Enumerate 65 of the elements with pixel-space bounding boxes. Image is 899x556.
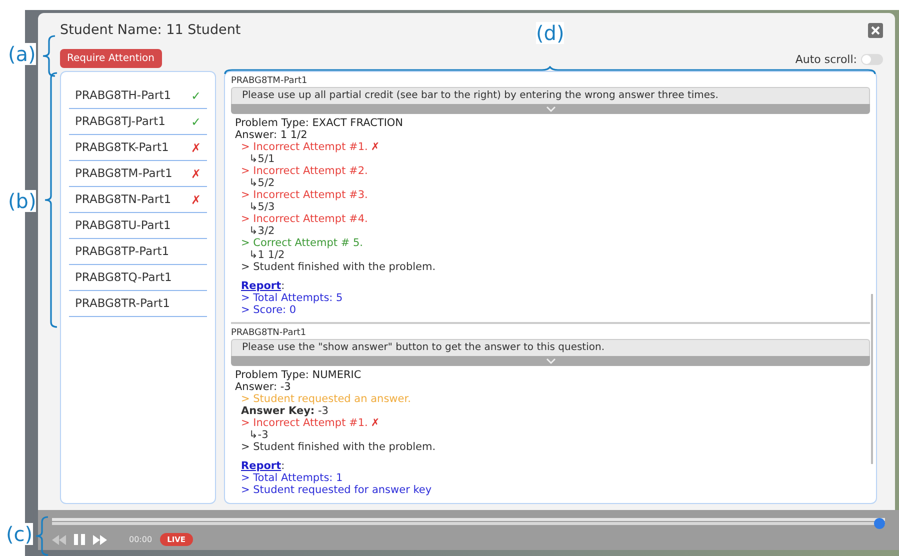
report-colon: :	[281, 280, 285, 292]
result-mark: ✗	[190, 192, 201, 208]
log-entry: > Correct Attempt # 5.	[241, 237, 363, 249]
answer-text: Answer: -3	[234, 381, 292, 393]
log-entry: > Incorrect Attempt #3.	[241, 189, 368, 201]
log-entry: ↳5/1	[249, 153, 275, 165]
answer-text: Answer: 1 1/2	[234, 129, 308, 141]
log-entry: ↳5/2	[249, 177, 275, 189]
require-attention-button[interactable]: Require Attention	[60, 49, 162, 68]
problem-item[interactable]: PRABG8TK-Part1 ✗	[69, 135, 207, 161]
report-link[interactable]: Report	[241, 280, 282, 292]
hint-message: Please use up all partial credit (see bar to the right) by entering the wrong answer three times.	[231, 87, 870, 104]
problem-item[interactable]: PRABG8TQ-Part1	[69, 265, 207, 291]
hint-message: Please use the "show answer" button to get the answer to this question.	[231, 339, 870, 356]
problem-item[interactable]: PRABG8TN-Part1 ✗	[69, 187, 207, 213]
annotation-label: (d)	[536, 22, 564, 44]
problem-item[interactable]: PRABG8TP-Part1	[69, 239, 207, 265]
problem-item[interactable]: PRABG8TR-Part1	[69, 291, 207, 317]
problem-item[interactable]: PRABG8TM-Part1 ✗	[69, 161, 207, 187]
log-entry: ↳3/2	[249, 225, 275, 237]
report-entry: > Total Attempts: 1	[240, 472, 344, 484]
problem-type: Problem Type: EXACT FRACTION	[234, 117, 404, 129]
progress-thumb[interactable]	[874, 518, 885, 529]
problem-item[interactable]: PRABG8TJ-Part1 ✓	[69, 109, 207, 135]
result-mark: ✓	[190, 114, 201, 130]
result-mark: ✓	[190, 88, 201, 104]
window-title: Student Name: 11 Student	[60, 20, 241, 40]
log-entry: ↳1 1/2	[249, 249, 285, 261]
log-entry: > Student finished with the problem.	[241, 261, 436, 273]
cross-mark: ✗	[370, 417, 380, 429]
section-title: PRABG8TN-Part1	[231, 327, 308, 339]
log-entry: > Incorrect Attempt #1.	[241, 417, 368, 429]
log-entry: > Student finished with the problem.	[241, 441, 436, 453]
log-entry: ↳-3	[249, 429, 268, 441]
log-entry: > Incorrect Attempt #2.	[241, 165, 368, 177]
report-entry: > Score: 0	[240, 304, 298, 316]
log-entry: Answer Key: -3	[241, 405, 328, 417]
brace-drawing	[33, 516, 49, 556]
auto-scroll-label: Auto scroll:	[795, 52, 857, 68]
fast-forward-icon[interactable]	[93, 534, 107, 545]
auto-scroll-toggle[interactable]	[861, 54, 883, 66]
progress-track[interactable]	[52, 518, 885, 529]
cross-mark: ✗	[370, 141, 380, 153]
result-mark: ✗	[190, 166, 201, 182]
log-entry: > Student requested an answer.	[241, 393, 411, 405]
report-entry: > Total Attempts: 5	[240, 292, 344, 304]
problem-item[interactable]: PRABG8TU-Part1	[69, 213, 207, 239]
problem-type: Problem Type: NUMERIC	[234, 369, 362, 381]
annotation-label: (c)	[6, 523, 33, 545]
time-label: 00:00	[129, 534, 152, 546]
report-colon: :	[281, 460, 285, 472]
pause-icon[interactable]	[74, 534, 85, 546]
rewind-icon[interactable]	[52, 534, 66, 545]
report-entry: > Student requested for answer key	[240, 484, 433, 496]
log-entry: ↳5/3	[249, 201, 275, 213]
annotation-label: (b)	[8, 190, 36, 212]
annotation-label: (a)	[8, 43, 36, 65]
log-entry: > Incorrect Attempt #4.	[241, 213, 368, 225]
close-button[interactable]	[868, 22, 883, 38]
log-entry: > Incorrect Attempt #1.	[241, 141, 368, 153]
report-link[interactable]: Report	[241, 460, 282, 472]
section-title: PRABG8TM-Part1	[231, 75, 308, 87]
problem-item[interactable]: PRABG8TH-Part1 ✓	[69, 83, 207, 109]
scrollbar[interactable]	[871, 294, 873, 464]
result-mark: ✗	[190, 140, 201, 156]
